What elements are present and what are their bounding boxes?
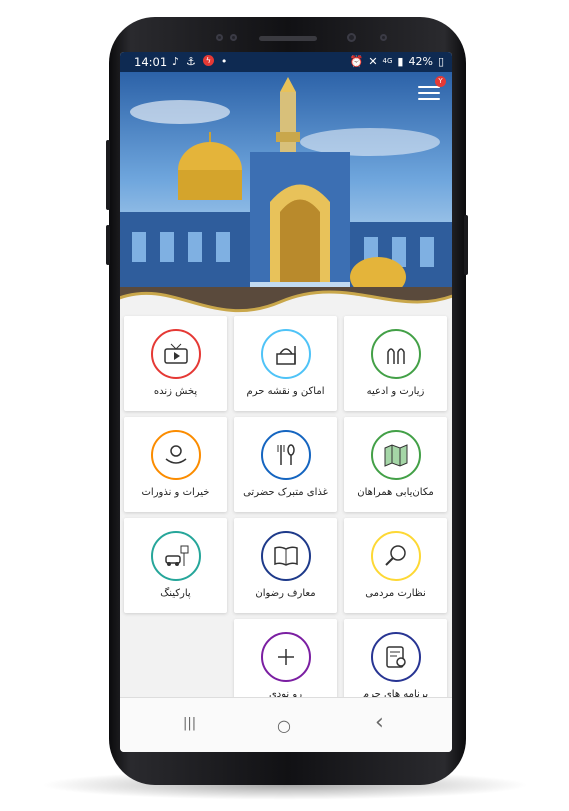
iris-sensor xyxy=(380,34,387,41)
parking-icon xyxy=(151,531,201,581)
tile-label: پخش زنده xyxy=(153,386,198,397)
tile-live-stream[interactable]: پخش زنده xyxy=(124,316,227,411)
tile-label: اماکن و نقشه حرم xyxy=(246,386,325,397)
shrine-banner: Y xyxy=(120,72,452,342)
status-time: 14:01 xyxy=(134,55,168,69)
power-button xyxy=(464,215,468,275)
magnifier-icon xyxy=(371,531,421,581)
recent-apps-button[interactable]: ||| xyxy=(183,716,196,731)
map-icon xyxy=(371,430,421,480)
status-right: ⏰ ✕ 4G ▮ 42% ▯ xyxy=(350,55,444,68)
tv-icon xyxy=(151,329,201,379)
earpiece xyxy=(259,36,317,41)
bixby-button xyxy=(106,225,110,265)
tile-razavi-knowledge[interactable]: معارف رضوان xyxy=(234,518,337,613)
front-camera xyxy=(347,33,356,42)
book-icon xyxy=(261,531,311,581)
tile-parking[interactable]: پارکینگ xyxy=(124,518,227,613)
mute-icon: ✕ xyxy=(368,55,378,68)
tile-label: معارف رضوان xyxy=(255,588,316,599)
music-note-icon: ♪ xyxy=(172,55,180,68)
home-button[interactable]: ○ xyxy=(277,716,291,735)
battery-icon: ▯ xyxy=(437,55,444,68)
menu-button[interactable]: Y xyxy=(418,76,446,104)
flash-icon: ϟ xyxy=(202,55,214,66)
tile-pilgrimage[interactable]: زیارت و ادعیه xyxy=(344,316,447,411)
shrine-icon xyxy=(261,329,311,379)
alarm-icon: ⏰ xyxy=(349,55,364,68)
anchor-icon: ⚓ xyxy=(186,55,196,68)
network-label: 4G xyxy=(382,57,393,65)
tile-label: زیارت و ادعیه xyxy=(366,386,425,397)
tile-label: نظارت مردمی xyxy=(365,588,426,599)
sensor xyxy=(230,34,237,41)
hamburger-icon xyxy=(418,86,440,88)
tile-label: مکان‌یابی همراهان xyxy=(357,487,434,498)
volume-button xyxy=(106,140,110,210)
app-screen: 14:01 ♪ ⚓ ϟ • ⏰ ✕ 4G ▮ 42% ▯ Y پخش زنده … xyxy=(120,52,452,752)
tile-label: پارکینگ xyxy=(160,588,191,599)
praying-hands-icon xyxy=(371,329,421,379)
tile-blessed-food[interactable]: غذای متبرک حضرتی xyxy=(234,417,337,512)
hamburger-icon xyxy=(418,98,440,100)
android-nav-bar: ||| ○ ‹ xyxy=(120,697,452,752)
status-bar: 14:01 ♪ ⚓ ϟ • ⏰ ✕ 4G ▮ 42% ▯ xyxy=(120,52,452,72)
tile-locate-companions[interactable]: مکان‌یابی همراهان xyxy=(344,417,447,512)
tile-donations[interactable]: خیرات و نذورات xyxy=(124,417,227,512)
dot-icon: • xyxy=(220,55,228,68)
tile-shrine-map[interactable]: اماکن و نقشه حرم xyxy=(234,316,337,411)
notification-badge: Y xyxy=(435,76,446,87)
cutlery-icon xyxy=(261,430,311,480)
schedule-icon xyxy=(371,632,421,682)
hamburger-icon xyxy=(418,92,440,94)
donation-icon xyxy=(151,430,201,480)
tile-label: غذای متبرک حضرتی xyxy=(243,487,328,498)
status-left-icons: ♪ ⚓ ϟ • xyxy=(172,55,227,68)
back-button[interactable]: ‹ xyxy=(375,710,384,735)
tile-label: خیرات و نذورات xyxy=(141,487,210,498)
sensor xyxy=(216,34,223,41)
signal-icon: ▮ xyxy=(397,55,404,68)
plus-icon xyxy=(261,632,311,682)
tile-public-oversight[interactable]: نظارت مردمی xyxy=(344,518,447,613)
battery-label: 42% xyxy=(408,55,433,68)
